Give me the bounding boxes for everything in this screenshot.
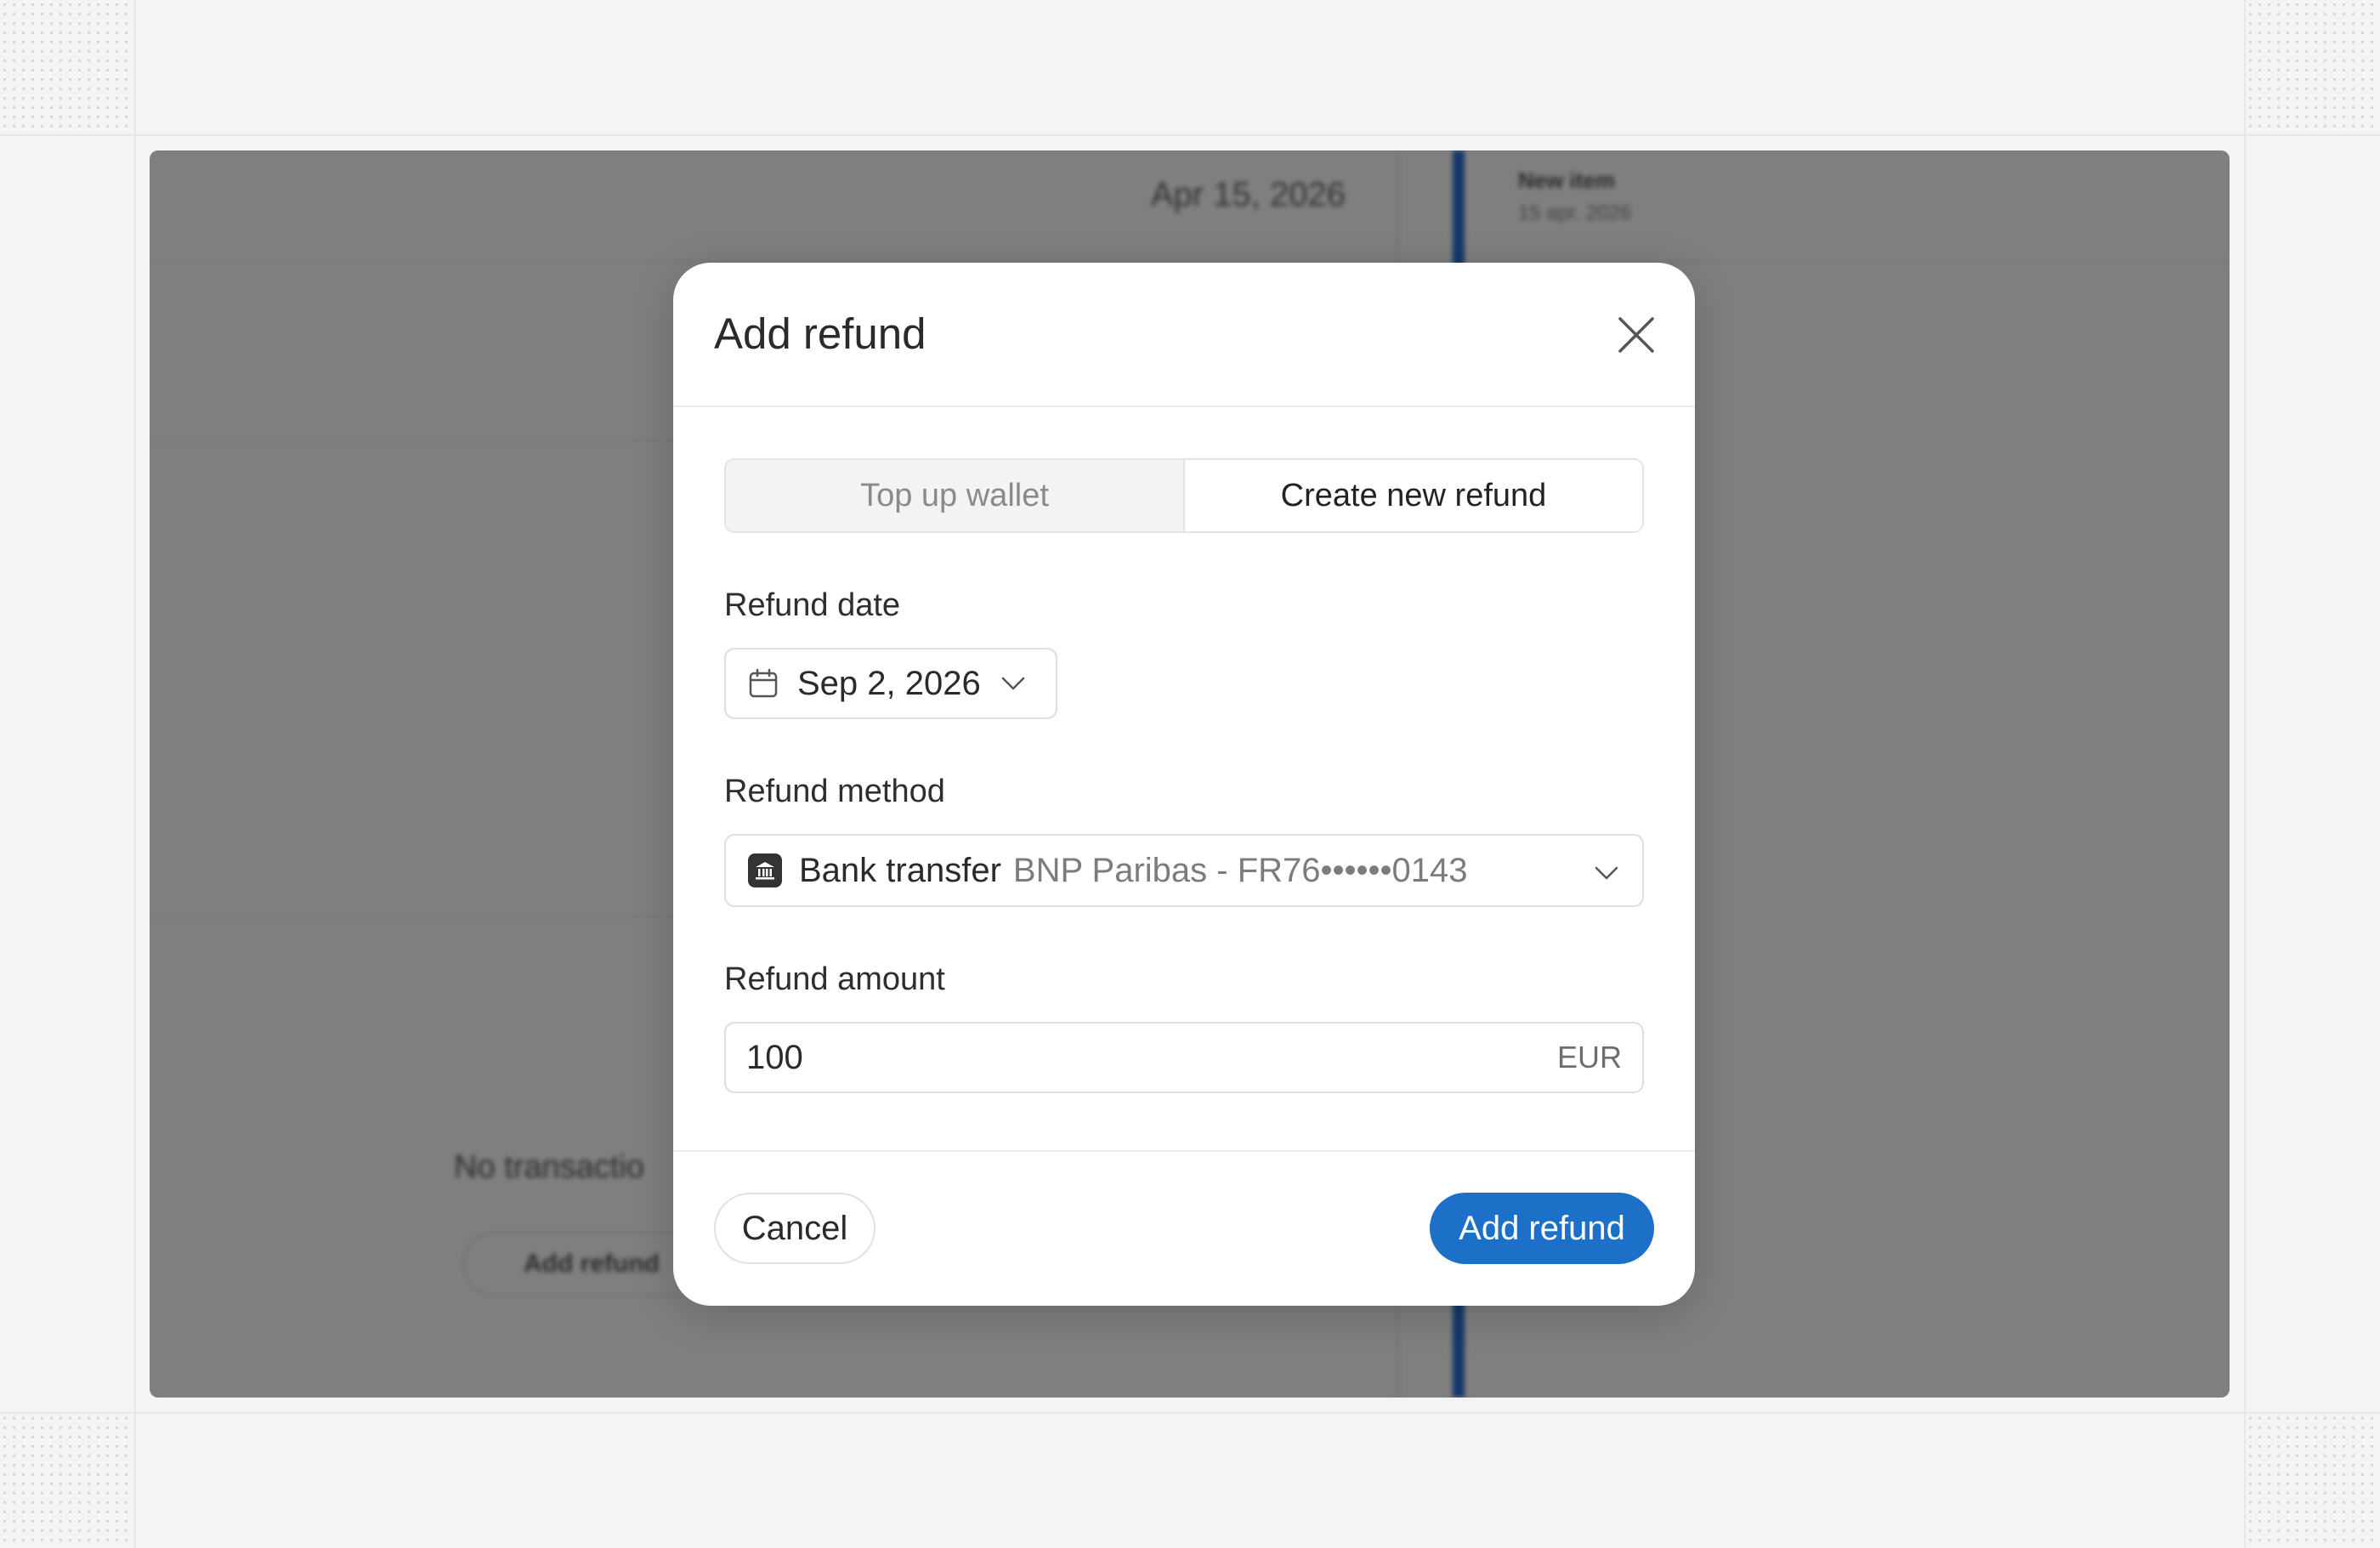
refund-date-value: Sep 2, 2026 — [797, 664, 981, 702]
guide-line — [2244, 0, 2246, 1548]
dialog-title: Add refund — [714, 309, 926, 358]
dialog-body: Top up wallet Create new refund Refund d… — [724, 458, 1644, 1093]
close-icon — [1618, 317, 1654, 353]
refund-type-tabs: Top up wallet Create new refund — [724, 458, 1644, 533]
tab-create-new-refund[interactable]: Create new refund — [1185, 460, 1642, 531]
add-refund-button[interactable]: Add refund — [1430, 1193, 1654, 1264]
dialog-footer: Cancel Add refund — [673, 1150, 1695, 1306]
refund-date-label: Refund date — [724, 587, 901, 623]
refund-method-name: Bank transfer — [799, 851, 1001, 889]
dialog-header: Add refund — [673, 263, 1695, 407]
refund-amount-label: Refund amount — [724, 961, 945, 997]
calendar-icon — [749, 668, 778, 698]
bank-icon — [748, 853, 782, 887]
cancel-button[interactable]: Cancel — [714, 1193, 876, 1264]
corner-dots-top-left — [0, 0, 134, 134]
refund-method-detail: BNP Paribas - FR76••••••0143 — [1012, 851, 1468, 889]
refund-date-picker[interactable]: Sep 2, 2026 — [724, 648, 1057, 719]
tab-top-up-wallet[interactable]: Top up wallet — [726, 460, 1185, 531]
refund-amount-field: EUR — [724, 1022, 1644, 1093]
refund-method-label: Refund method — [724, 774, 945, 809]
close-button[interactable] — [1615, 314, 1658, 356]
chevron-down-icon — [1595, 866, 1618, 880]
guide-line — [0, 1412, 2380, 1414]
currency-label: EUR — [1556, 1040, 1622, 1075]
guide-line — [0, 134, 2380, 136]
refund-method-select[interactable]: Bank transfer BNP Paribas - FR76••••••01… — [724, 834, 1644, 907]
guide-line — [134, 0, 136, 1548]
add-refund-dialog: Add refund Top up wallet Create new refu… — [673, 263, 1695, 1306]
refund-amount-input[interactable] — [746, 1038, 1511, 1077]
corner-dots-bottom-right — [2246, 1414, 2380, 1548]
chevron-down-icon — [1001, 677, 1024, 690]
corner-dots-bottom-left — [0, 1414, 134, 1548]
corner-dots-top-right — [2246, 0, 2380, 134]
